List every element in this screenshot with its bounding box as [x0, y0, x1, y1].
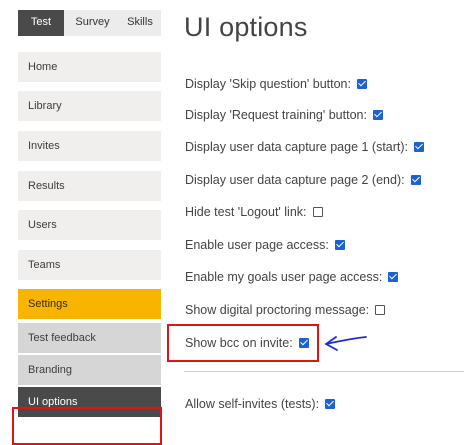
- tab-test[interactable]: Test: [18, 10, 64, 36]
- option-label: Hide test 'Logout' link:: [185, 205, 307, 219]
- option-proctoring-message: Show digital proctoring message:: [185, 303, 386, 317]
- option-my-goals-access: Enable my goals user page access:: [185, 270, 399, 284]
- page-title: UI options: [184, 12, 308, 42]
- skip-question-checkbox[interactable]: [356, 79, 367, 89]
- option-user-page-access: Enable user page access:: [185, 238, 345, 252]
- option-capture-page-2: Display user data capture page 2 (end):: [185, 173, 421, 187]
- sidebar-item-library[interactable]: Library: [18, 91, 161, 121]
- annotation-red-box: [12, 407, 162, 445]
- sidebar-item-test-feedback[interactable]: Test feedback: [18, 323, 161, 353]
- sidebar-item-home[interactable]: Home: [18, 52, 161, 82]
- option-self-invites: Allow self-invites (tests):: [185, 397, 336, 411]
- test-type-tabs: Test Survey Skills: [18, 10, 161, 36]
- sidebar-item-teams[interactable]: Teams: [18, 250, 161, 280]
- my-goals-access-checkbox[interactable]: [388, 272, 399, 282]
- option-label: Enable user page access:: [185, 238, 329, 252]
- self-invites-checkbox[interactable]: [325, 399, 336, 409]
- option-label: Display 'Request training' button:: [185, 108, 367, 122]
- annotation-arrow-icon: [325, 336, 367, 351]
- option-capture-page-1: Display user data capture page 1 (start)…: [185, 140, 425, 154]
- user-page-access-checkbox[interactable]: [334, 240, 345, 250]
- tab-survey[interactable]: Survey: [68, 10, 117, 36]
- option-label: Enable my goals user page access:: [185, 270, 383, 284]
- sidebar-item-settings[interactable]: Settings: [18, 289, 161, 319]
- option-label: Display 'Skip question' button:: [185, 77, 351, 91]
- option-label: Allow self-invites (tests):: [185, 397, 320, 411]
- capture-page-1-checkbox[interactable]: [414, 142, 425, 152]
- option-skip-question: Display 'Skip question' button:: [185, 77, 367, 91]
- annotation-red-box-bcc: [167, 324, 319, 362]
- option-label: Display user data capture page 1 (start)…: [185, 140, 409, 154]
- capture-page-2-checkbox[interactable]: [410, 175, 421, 185]
- option-hide-logout: Hide test 'Logout' link:: [185, 205, 323, 219]
- proctoring-message-checkbox[interactable]: [375, 305, 386, 315]
- sidebar-item-branding[interactable]: Branding: [18, 355, 161, 385]
- option-label: Display user data capture page 2 (end):: [185, 173, 405, 187]
- sidebar-item-invites[interactable]: Invites: [18, 131, 161, 161]
- option-label: Show digital proctoring message:: [185, 303, 370, 317]
- hide-logout-checkbox[interactable]: [312, 207, 323, 217]
- sidebar-item-users[interactable]: Users: [18, 210, 161, 240]
- option-request-training: Display 'Request training' button:: [185, 108, 383, 122]
- tab-skills[interactable]: Skills: [119, 10, 161, 36]
- request-training-checkbox[interactable]: [372, 110, 383, 120]
- sidebar-item-results[interactable]: Results: [18, 171, 161, 201]
- section-divider: [184, 371, 464, 372]
